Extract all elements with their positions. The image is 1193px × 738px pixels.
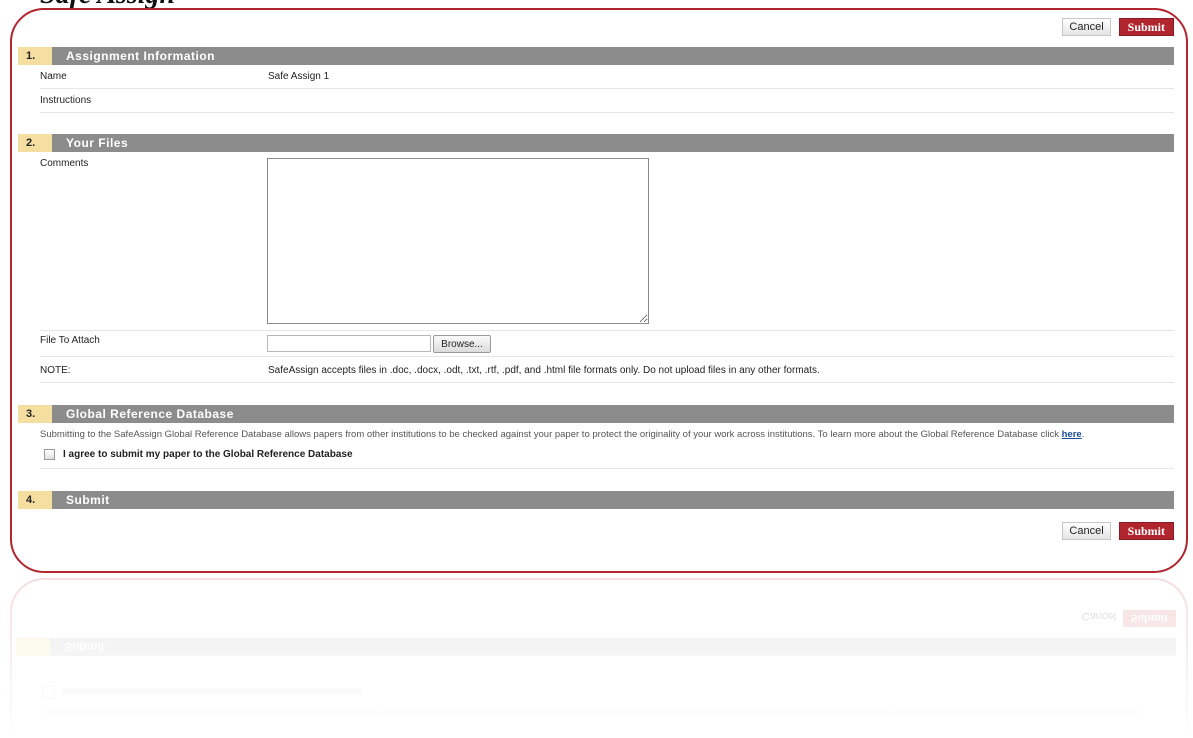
reflection-fade — [0, 578, 1193, 738]
comments-textarea[interactable] — [267, 158, 649, 324]
comments-label: Comments — [40, 158, 89, 169]
name-label: Name — [40, 71, 67, 82]
step-title: Your Files — [52, 134, 1174, 152]
submit-button-top[interactable]: Submit — [1118, 18, 1174, 36]
step-title: Submit — [52, 491, 1174, 509]
step-1-header: 1. Assignment Information — [18, 47, 1174, 65]
cancel-button-bottom[interactable]: Cancel — [1062, 522, 1111, 540]
file-path-input[interactable] — [267, 335, 431, 352]
step-number: 3. — [18, 405, 52, 423]
grd-agree-row[interactable]: I agree to submit my paper to the Global… — [44, 449, 353, 460]
grd-agree-checkbox[interactable] — [44, 449, 55, 460]
file-attach-label: File To Attach — [40, 335, 100, 346]
grd-description-text: Submitting to the SafeAssign Global Refe… — [40, 429, 1062, 440]
step-title: Global Reference Database — [52, 405, 1174, 423]
browse-button[interactable]: Browse... — [433, 335, 491, 353]
step-number: 4. — [18, 491, 52, 509]
step-number: 2. — [18, 134, 52, 152]
step-title: Assignment Information — [52, 47, 1174, 65]
name-row: Name Safe Assign 1 — [40, 71, 1174, 89]
note-row: NOTE: SafeAssign accepts files in .doc, … — [40, 365, 1174, 383]
step-3-header: 3. Global Reference Database — [18, 405, 1174, 423]
step-2-header: 2. Your Files — [18, 134, 1174, 152]
submission-form: Cancel Submit 1. Assignment Information … — [10, 8, 1188, 573]
top-button-row: Cancel Submit — [1062, 18, 1174, 36]
note-label: NOTE: — [40, 365, 71, 376]
step-number: 1. — [18, 47, 52, 65]
grd-agree-label[interactable]: I agree to submit my paper to the Global… — [63, 449, 353, 460]
grd-description: Submitting to the SafeAssign Global Refe… — [40, 429, 1085, 440]
submit-button-bottom[interactable]: Submit — [1118, 522, 1174, 540]
grd-learn-more-link[interactable]: here — [1062, 429, 1082, 440]
file-attach-row: File To Attach — [40, 335, 1174, 357]
divider — [40, 468, 1174, 469]
instructions-row: Instructions — [40, 95, 1174, 113]
name-value: Safe Assign 1 — [268, 71, 330, 82]
cancel-button-top[interactable]: Cancel — [1062, 18, 1111, 36]
step-4-header: 4. Submit — [18, 491, 1174, 509]
bottom-button-row: Cancel Submit — [1062, 522, 1174, 540]
note-value: SafeAssign accepts files in .doc, .docx,… — [268, 365, 820, 376]
instructions-label: Instructions — [40, 95, 92, 106]
